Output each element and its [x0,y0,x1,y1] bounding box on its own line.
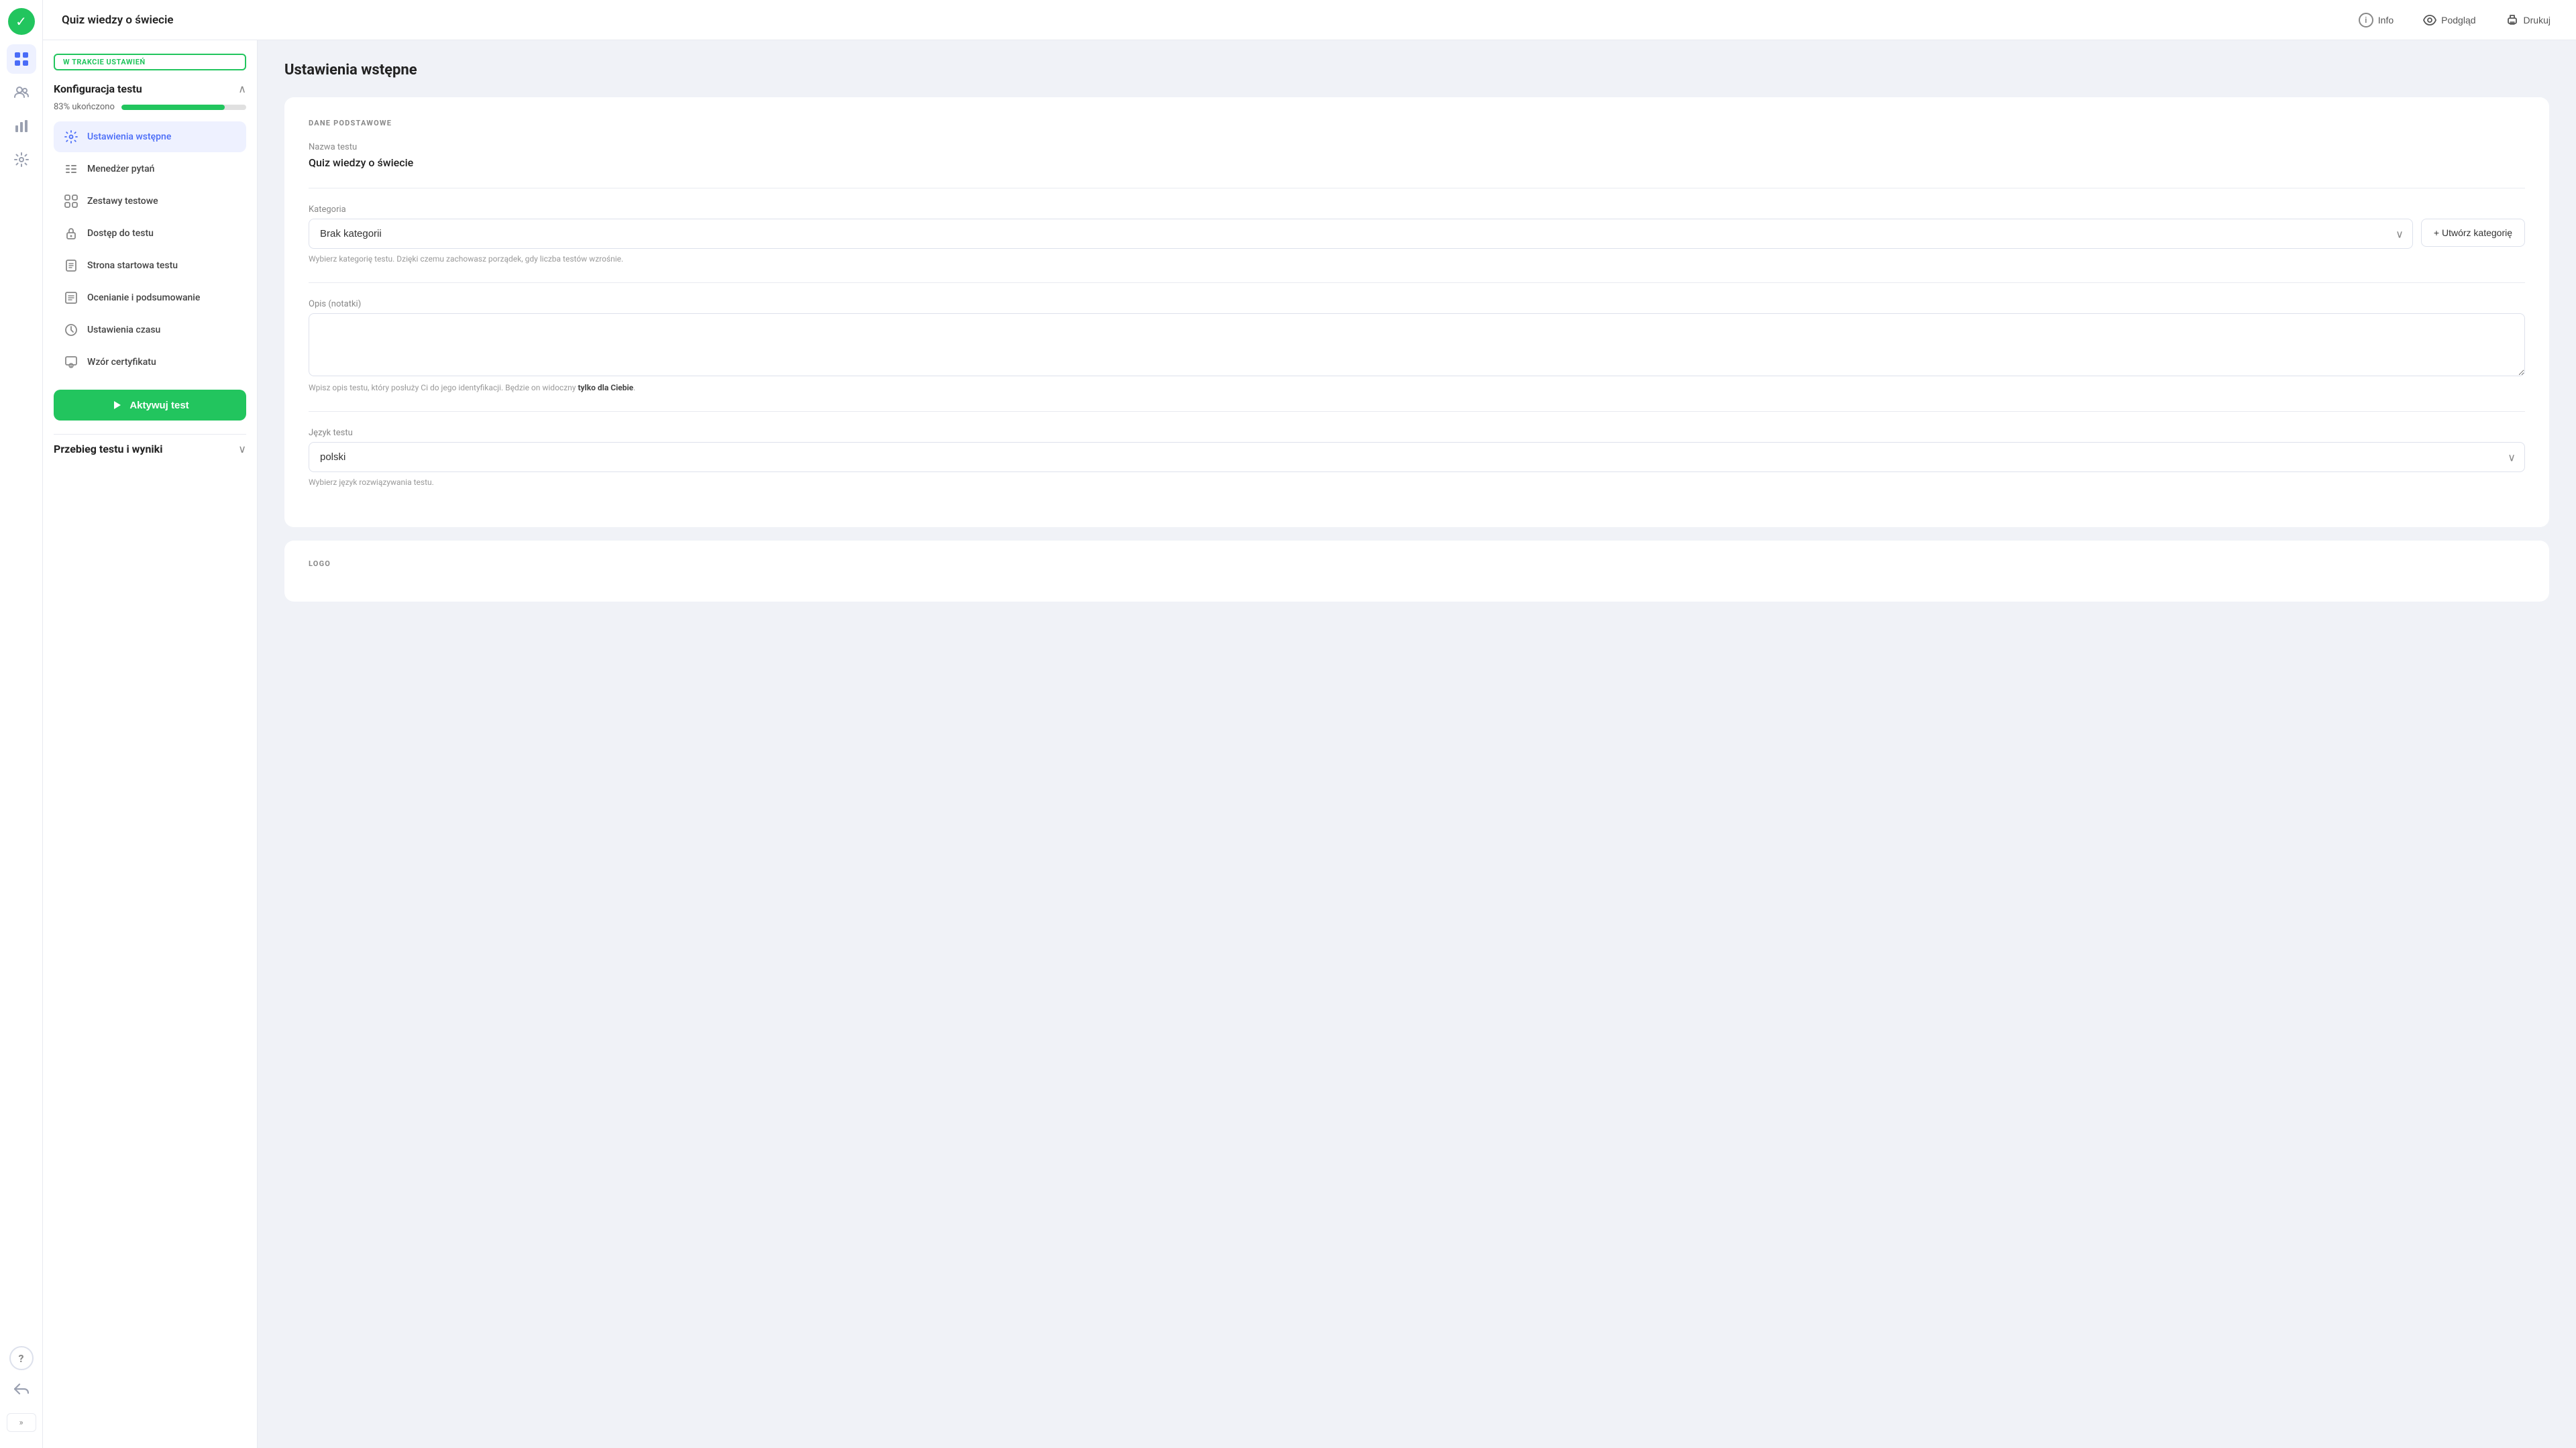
logo-card: LOGO [284,541,2549,602]
users-icon[interactable] [7,78,36,107]
settings-icon[interactable] [7,145,36,174]
printer-icon [2506,13,2519,27]
field-opis-group: Opis (notatki) Wpisz opis testu, który p… [309,299,2525,392]
sidebar-item-wzor-certyfikatu[interactable]: Wzór certyfikatu [54,347,246,378]
help-icon[interactable]: ? [9,1346,34,1370]
sidebar-item-zestawy-testowe[interactable]: Zestawy testowe [54,186,246,217]
kategoria-helper: Wybierz kategorię testu. Dzięki czemu za… [309,254,2525,264]
info-button[interactable]: i Info [2352,9,2400,32]
certificate-nav-icon [63,354,79,370]
sidebar-item-menedzer-pytan[interactable]: Menedżer pytań [54,154,246,184]
field-jezyk-label: Język testu [309,428,2525,438]
przebieg-chevron[interactable]: ∨ [238,443,246,455]
opis-textarea[interactable] [309,313,2525,376]
przebieg-section-header: Przebieg testu i wyniki ∨ [54,434,246,458]
nav-label-dostep: Dostęp do testu [87,228,154,239]
konfiguracja-chevron[interactable]: ∧ [238,82,246,95]
konfiguracja-title: Konfiguracja testu [54,82,142,95]
jezyk-helper: Wybierz język rozwiązywania testu. [309,478,2525,487]
back-arrow-icon[interactable] [7,1374,36,1404]
brand-logo[interactable]: ✓ [8,8,35,35]
sidebar: W TRAKCIE USTAWIEŃ Konfiguracja testu ∧ … [43,40,258,1448]
field-kategoria-label: Kategoria [309,205,2525,215]
nav-label-czas: Ustawienia czasu [87,325,160,335]
przebieg-title: Przebieg testu i wyniki [54,443,162,455]
field-nazwa-label: Nazwa testu [309,142,2525,152]
field-kategoria-group: Kategoria Brak kategorii ∨ + Utwórz kate… [309,205,2525,264]
dane-podstawowe-card: DANE PODSTAWOWE Nazwa testu Quiz wiedzy … [284,97,2549,527]
grid-icon[interactable] [7,44,36,74]
print-button[interactable]: Drukuj [2499,9,2557,31]
progress-row: 83% ukończono [54,102,246,112]
sidebar-item-dostep-do-testu[interactable]: Dostęp do testu [54,218,246,249]
kategoria-select-wrapper: Brak kategorii ∨ [309,219,2413,249]
header-actions: i Info Podgląd Drukuj [2352,9,2557,32]
eye-icon [2423,13,2436,27]
sidebar-item-strona-startowa[interactable]: Strona startowa testu [54,250,246,281]
status-badge: W TRAKCIE USTAWIEŃ [54,54,246,70]
opis-helper: Wpisz opis testu, który posłuży Ci do je… [309,383,2525,392]
clock-nav-icon [63,322,79,338]
field-nazwa-value: Quiz wiedzy o świecie [309,156,2525,169]
konfiguracja-section-header: Konfiguracja testu ∧ [54,82,246,95]
progress-label: 83% ukończono [54,102,115,112]
sidebar-item-ocenianie[interactable]: Ocenianie i podsumowanie [54,282,246,313]
jezyk-select-wrapper: polski ∨ [309,442,2525,472]
top-header: Quiz wiedzy o świecie i Info Podgląd [43,0,2576,40]
progress-fill [121,105,225,110]
kategoria-select[interactable]: Brak kategorii [309,219,2413,249]
nav-label-menedzer: Menedżer pytań [87,164,154,174]
kategoria-row: Brak kategorii ∨ + Utwórz kategorię [309,219,2525,249]
analytics-icon[interactable] [7,111,36,141]
nav-label-certyfikat: Wzór certyfikatu [87,357,156,368]
subsection-label: DANE PODSTAWOWE [309,119,2525,127]
field-divider-3 [309,411,2525,412]
menu-nav-icon [63,161,79,177]
grid-nav-icon [63,193,79,209]
field-opis-label: Opis (notatki) [309,299,2525,309]
field-nazwa-group: Nazwa testu Quiz wiedzy o świecie [309,142,2525,169]
field-jezyk-group: Język testu polski ∨ Wybierz język rozwi… [309,428,2525,487]
nav-label-strona: Strona startowa testu [87,260,178,271]
page-nav-icon [63,258,79,274]
expand-icon[interactable]: » [7,1413,36,1432]
preview-button[interactable]: Podgląd [2416,9,2482,31]
icon-rail: ✓ [0,0,43,1448]
nav-label-ustawienia: Ustawienia wstępne [87,131,171,142]
activate-button[interactable]: Aktywuj test [54,390,246,421]
nav-label-ocenianie: Ocenianie i podsumowanie [87,292,200,303]
logo-label: LOGO [309,559,2525,568]
play-icon [111,399,123,411]
field-divider-2 [309,282,2525,283]
settings-nav-icon [63,129,79,145]
sidebar-item-ustawienia-wstepne[interactable]: Ustawienia wstępne [54,121,246,152]
content-area: W TRAKCIE USTAWIEŃ Konfiguracja testu ∧ … [43,40,2576,1448]
jezyk-select[interactable]: polski [309,442,2525,472]
progress-bar [121,105,246,110]
lock-nav-icon [63,225,79,241]
assessment-nav-icon [63,290,79,306]
create-category-button[interactable]: + Utwórz kategorię [2421,219,2525,247]
sidebar-item-ustawienia-czasu[interactable]: Ustawienia czasu [54,315,246,345]
page-title: Quiz wiedzy o świecie [62,13,2352,27]
main-panel: Ustawienia wstępne DANE PODSTAWOWE Nazwa… [258,40,2576,1448]
main-section-title: Ustawienia wstępne [284,62,2549,78]
nav-label-zestawy: Zestawy testowe [87,196,158,207]
info-icon: i [2359,13,2373,27]
